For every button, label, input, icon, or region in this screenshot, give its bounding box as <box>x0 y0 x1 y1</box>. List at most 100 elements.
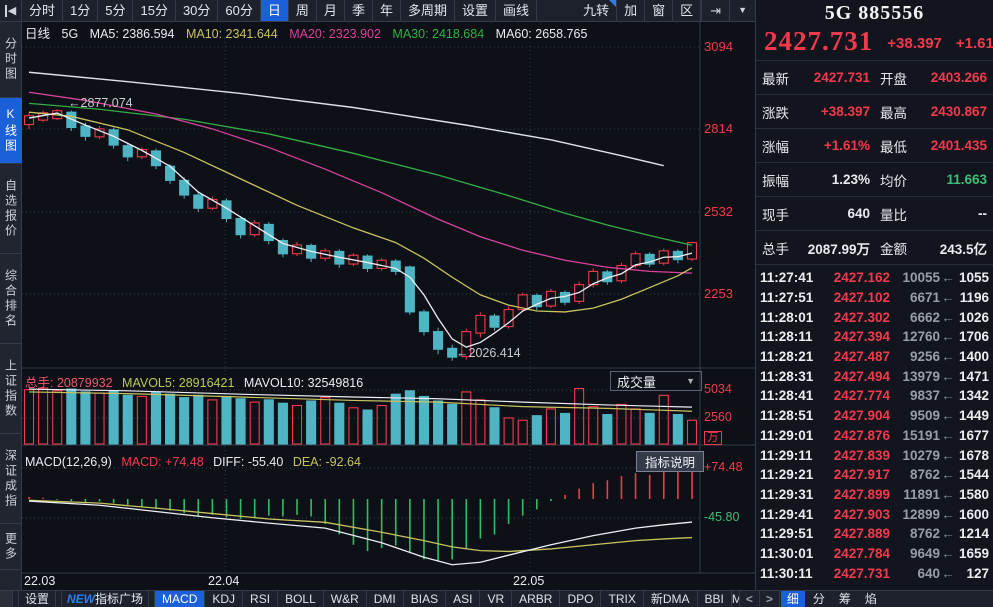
left-arrow-icon: ← <box>940 448 956 463</box>
volume-indicator-dropdown[interactable]: 成交量 ▼ <box>610 371 702 391</box>
indicator-plaza-button[interactable]: NEW指标广场 <box>61 591 149 607</box>
tick-time: 11:29:51 <box>760 526 820 541</box>
tick-time: 11:29:01 <box>760 428 820 443</box>
period-label: 日线 <box>25 27 50 41</box>
mavol5-label: MAVOL5: 28916421 <box>122 376 234 390</box>
left-arrow-icon: ← <box>940 408 956 423</box>
collapse-panel-icon[interactable]: ◀ <box>0 0 22 21</box>
nine-turn-flag-icon <box>609 0 616 7</box>
ma-label-row: 日线 5G MA5: 2386.594 MA10: 2341.644 MA20:… <box>25 23 595 42</box>
toolbar-item-画线[interactable]: 画线 <box>496 0 537 21</box>
toolbar-item-5分[interactable]: 5分 <box>98 0 133 21</box>
tick-count: 1214 <box>956 526 989 541</box>
volume-total-label: 总手: 20879932 <box>25 376 113 390</box>
indicator-tab-KDJ[interactable]: KDJ <box>205 591 243 607</box>
toolbar-item-季[interactable]: 季 <box>345 0 373 21</box>
tick-price: 2427.876 <box>820 428 890 443</box>
toolbar-item-加[interactable]: 加 <box>617 0 645 21</box>
sidebar-item-深证成指[interactable]: 深证成指 <box>0 434 22 524</box>
sidebar-item-K线图[interactable]: K线图 <box>0 98 22 164</box>
indicator-help-tooltip[interactable]: 指标说明 <box>636 451 704 472</box>
tick-row: 11:27:512427.1026671←1196 <box>756 288 993 308</box>
x-axis-label: 22.05 <box>513 574 544 588</box>
toolbar-item-分时[interactable]: 分时 <box>22 0 63 21</box>
indicator-tab-MACD[interactable]: MACD <box>154 591 205 607</box>
ma60-label: MA60: 2658.765 <box>496 27 588 41</box>
indicator-tab-VR[interactable]: VR <box>480 591 512 607</box>
panel-tab-细[interactable]: 细 <box>781 591 805 607</box>
toolbar-dropdown-icon[interactable]: ▼ <box>729 0 755 21</box>
grip-icon[interactable] <box>0 591 13 607</box>
left-arrow-icon: ← <box>940 546 956 561</box>
indicator-tab-BIAS[interactable]: BIAS <box>404 591 446 607</box>
chevron-down-icon: ▼ <box>686 376 695 386</box>
indicator-tab-BBI[interactable]: BBI <box>698 591 732 607</box>
ma20-label: MA20: 2323.902 <box>289 27 381 41</box>
toolbar-item-15分[interactable]: 15分 <box>133 0 175 21</box>
volume-axis-label: 5034 <box>704 382 732 396</box>
jump-to-end-icon[interactable]: ⇥ <box>701 0 729 21</box>
left-arrow-icon: ← <box>940 270 956 285</box>
tick-row: 11:29:012427.87615191←1677 <box>756 426 993 446</box>
tick-count: 1471 <box>956 369 989 384</box>
panel-tab-焰[interactable]: 焰 <box>859 591 883 607</box>
toolbar-item-九转[interactable]: 九转 <box>576 0 617 21</box>
x-axis-label: 22.04 <box>208 574 239 588</box>
indicator-tab-W&R[interactable]: W&R <box>324 591 367 607</box>
toolbar-item-区[interactable]: 区 <box>673 0 701 21</box>
tick-price: 2427.839 <box>820 448 890 463</box>
tick-volume: 6671 <box>890 290 940 305</box>
symbol-title: 5G 885556 <box>756 2 993 25</box>
panel-tab-筹[interactable]: 筹 <box>833 591 857 607</box>
tick-volume: 12899 <box>890 507 940 522</box>
indicator-tab-RSI[interactable]: RSI <box>243 591 278 607</box>
quote-info-row: 现手640量比-- <box>756 197 993 231</box>
sidebar-item-上证指数[interactable]: 上证指数 <box>0 344 22 434</box>
tick-row: 11:28:312427.49413979←1471 <box>756 366 993 386</box>
toolbar-item-设置[interactable]: 设置 <box>455 0 496 21</box>
tabs-prev-button[interactable]: < <box>740 591 760 607</box>
indicator-tab-ASI[interactable]: ASI <box>446 591 480 607</box>
toolbar-item-1分[interactable]: 1分 <box>63 0 98 21</box>
tick-count: 1400 <box>956 349 989 364</box>
tick-price: 2427.774 <box>820 388 890 403</box>
plaza-label: 指标广场 <box>95 592 143 606</box>
quote-info-row: 涨幅+1.61%最低2401.435 <box>756 129 993 163</box>
sidebar-item-分时图[interactable]: 分时图 <box>0 22 22 98</box>
tick-list[interactable]: 11:27:412427.16210055←105511:27:512427.1… <box>756 268 993 583</box>
panel-tab-分[interactable]: 分 <box>807 591 831 607</box>
indicator-tab-DPO[interactable]: DPO <box>560 591 601 607</box>
field-value-最低: 2401.435 <box>916 138 987 153</box>
tick-count: 1580 <box>956 487 989 502</box>
indicator-tab-TRIX[interactable]: TRIX <box>601 591 643 607</box>
tabs-next-button[interactable]: > <box>760 591 780 607</box>
field-label-最低: 最低 <box>880 136 916 156</box>
toolbar-item-60分[interactable]: 60分 <box>218 0 260 21</box>
sidebar-item-更多[interactable]: 更多 <box>0 524 22 570</box>
toolbar-item-周[interactable]: 周 <box>289 0 317 21</box>
toolbar-item-年[interactable]: 年 <box>373 0 401 21</box>
toolbar-item-窗[interactable]: 窗 <box>645 0 673 21</box>
tick-row: 11:29:512427.8898762←1214 <box>756 524 993 544</box>
settings-button[interactable]: 设置 <box>18 591 56 607</box>
volume-axis-label: 2560 <box>704 410 732 424</box>
field-value-量比: -- <box>916 206 987 221</box>
toolbar-item-30分[interactable]: 30分 <box>176 0 218 21</box>
sidebar-item-自选报价[interactable]: 自选报价 <box>0 164 22 254</box>
indicator-tab-ARBR[interactable]: ARBR <box>512 591 560 607</box>
toolbar-item-日[interactable]: 日 <box>261 0 289 21</box>
indicator-tab-DMI[interactable]: DMI <box>367 591 404 607</box>
tick-volume: 8762 <box>890 526 940 541</box>
toolbar-item-月[interactable]: 月 <box>317 0 345 21</box>
indicator-tab-partial[interactable]: M <box>732 591 740 607</box>
quote-info-row: 振幅1.23%均价11.663 <box>756 163 993 197</box>
field-label-涨跌: 涨跌 <box>762 102 798 122</box>
tick-row: 11:30:112427.731640←127 <box>756 563 993 583</box>
indicator-tab-新DMA[interactable]: 新DMA <box>644 591 698 607</box>
toolbar-item-多周期[interactable]: 多周期 <box>401 0 455 21</box>
sidebar-item-综合排名[interactable]: 综合排名 <box>0 254 22 344</box>
period-toolbar: ◀ 分时1分5分15分30分60分日周月季年多周期设置画线 九转加窗区 ⇥ ▼ <box>0 0 755 22</box>
indicator-tab-BOLL[interactable]: BOLL <box>278 591 324 607</box>
field-value-金额: 243.5亿 <box>916 238 987 258</box>
tick-row: 11:29:212427.9178762←1544 <box>756 465 993 485</box>
